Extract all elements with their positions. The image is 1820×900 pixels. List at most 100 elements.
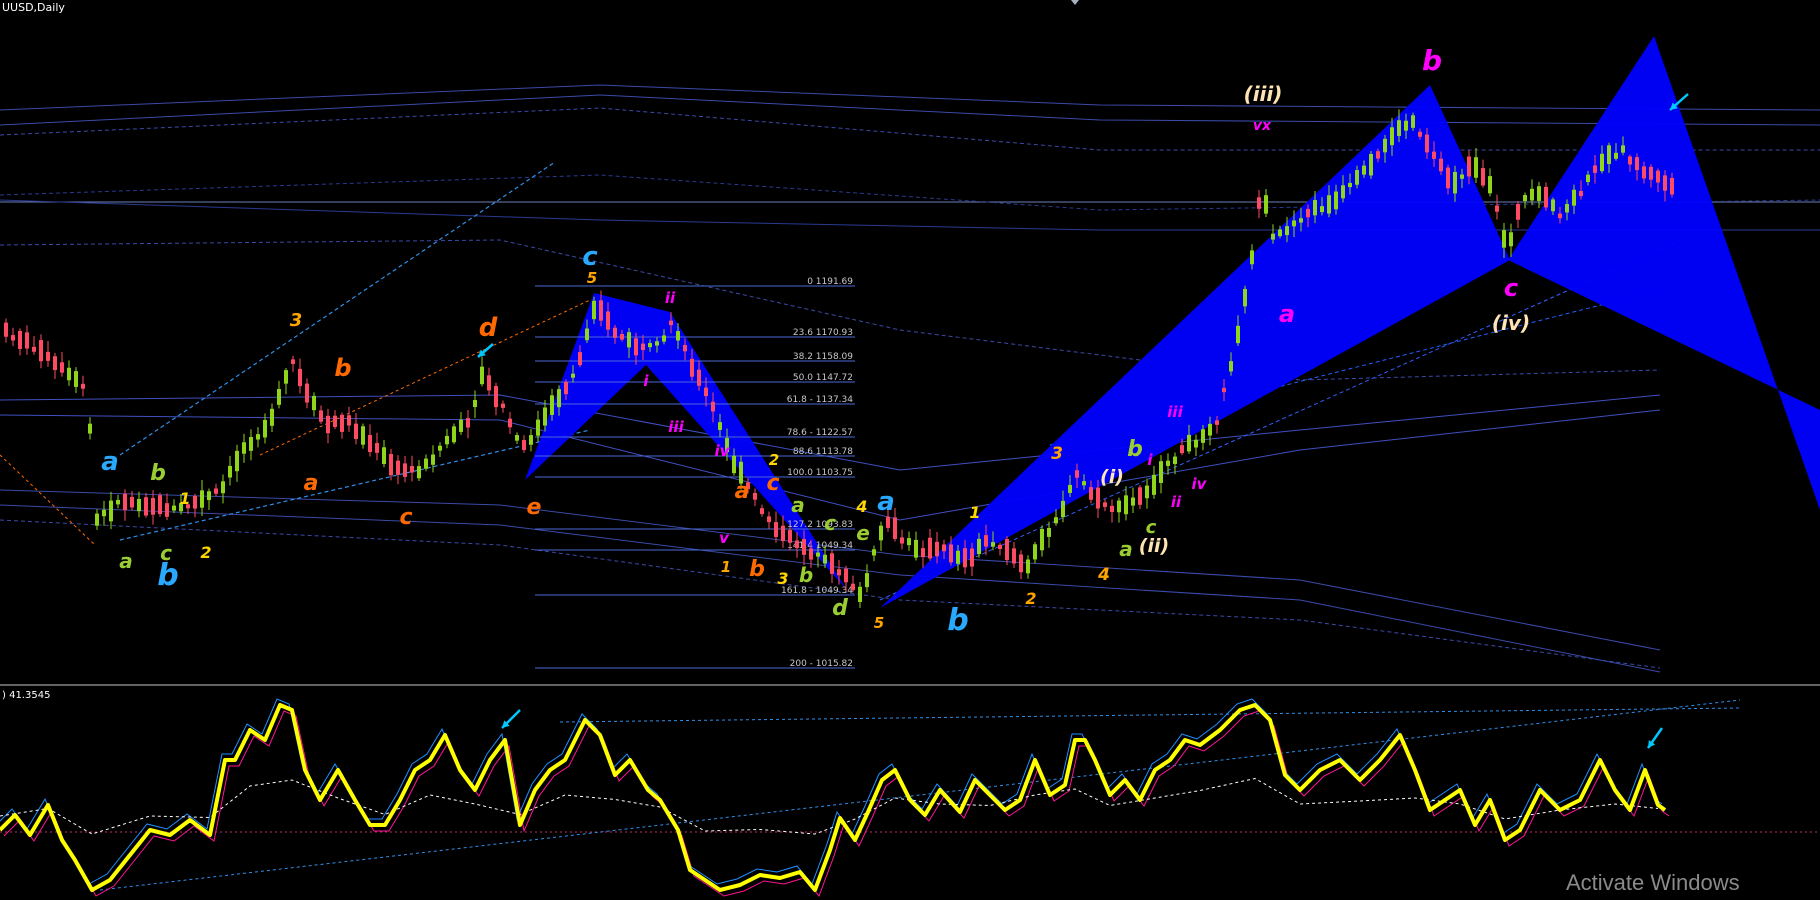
activate-windows-watermark: Activate Windows — [1566, 870, 1740, 895]
candle-body — [1425, 134, 1429, 153]
wave-label: 2 — [1025, 589, 1036, 608]
candle-body — [550, 395, 554, 415]
candle-body — [536, 419, 540, 436]
candle-body — [1362, 165, 1366, 175]
candle-body — [1418, 131, 1422, 137]
wave-label: 2 — [769, 451, 779, 469]
candle-body — [298, 368, 302, 387]
candle-body — [942, 544, 946, 552]
candle-body — [1005, 538, 1009, 561]
candle-body — [704, 387, 708, 397]
candle-body — [984, 535, 988, 547]
candle-body — [1040, 529, 1044, 551]
wave-label: d — [832, 596, 848, 621]
candle-body — [123, 493, 127, 511]
wave-label: e — [527, 495, 542, 520]
band-line — [0, 409, 1661, 521]
harmonic-pattern — [1508, 36, 1820, 510]
wave-label: 3 — [290, 310, 303, 331]
candle-body — [1061, 500, 1065, 518]
candle-body — [508, 418, 512, 428]
candle-body — [1579, 190, 1583, 197]
candle-body — [1278, 229, 1282, 237]
trend-line-orange — [0, 454, 96, 546]
candle-body — [74, 371, 78, 387]
wave-label: iv — [1192, 475, 1208, 493]
candle-body — [1516, 204, 1520, 220]
candle-body — [1096, 487, 1100, 509]
candle-body — [361, 426, 365, 445]
candle-body — [1530, 188, 1534, 201]
candle-body — [830, 553, 834, 574]
candle-body — [382, 447, 386, 465]
candle-body — [67, 367, 71, 381]
osc-trend-line-2 — [559, 707, 1741, 723]
candle-body — [25, 332, 29, 349]
candle-body — [473, 400, 477, 408]
wave-label: a — [101, 447, 119, 477]
candle-body — [529, 435, 533, 445]
wave-label: b — [150, 461, 166, 486]
candle-body — [928, 537, 932, 559]
candle-body — [732, 455, 736, 474]
candle-body — [46, 351, 50, 361]
candle-body — [543, 407, 547, 426]
candle-body — [438, 445, 442, 451]
wave-label: (iv) — [1492, 311, 1530, 335]
candle-body — [963, 548, 967, 568]
candle-body — [1481, 168, 1485, 186]
candle-body — [592, 300, 596, 320]
candle-body — [305, 383, 309, 403]
wave-label: c — [766, 471, 779, 496]
candle-body — [158, 495, 162, 515]
candle-body — [851, 583, 855, 591]
scroll-marker-icon[interactable] — [1071, 0, 1079, 5]
band-line — [0, 107, 1820, 151]
candle-body — [1404, 120, 1408, 131]
candle-body — [1649, 166, 1653, 180]
candle-body — [1586, 174, 1590, 183]
candle-body — [620, 333, 624, 340]
candle-body — [970, 548, 974, 567]
wave-label: 1 — [721, 558, 731, 576]
candle-body — [431, 454, 435, 465]
wave-label: b — [1422, 44, 1442, 77]
candle-body — [1250, 250, 1254, 265]
wave-label: a — [1279, 300, 1295, 328]
chart-window[interactable]: 0 1191.69 23.6 1170.93 38.2 1158.09 50.0 11… — [0, 0, 1820, 900]
candle-body — [4, 322, 8, 337]
candle-body — [648, 343, 652, 348]
candle-body — [1068, 484, 1072, 493]
wave-label: 3 — [1051, 444, 1063, 464]
candle-body — [487, 375, 491, 391]
candle-body — [165, 503, 169, 517]
fib-label: 61.8 - 1137.34 — [787, 395, 853, 405]
candle-body — [256, 434, 260, 440]
price-chart-canvas[interactable]: 0 1191.69 23.6 1170.93 38.2 1158.09 50.0 11… — [0, 0, 1820, 900]
candle-body — [1117, 500, 1121, 513]
candle-body — [1138, 487, 1142, 505]
candle-body — [480, 366, 484, 385]
candle-body — [956, 550, 960, 564]
candle-body — [424, 458, 428, 469]
candle-body — [1523, 195, 1527, 202]
candle-body — [1369, 153, 1373, 176]
candle-body — [109, 500, 113, 522]
candle-body — [690, 358, 694, 377]
candle-body — [1222, 387, 1226, 393]
trend-line-orange-2 — [259, 299, 591, 456]
candle-body — [1166, 460, 1170, 466]
candle-body — [949, 544, 953, 563]
candle-body — [837, 569, 841, 576]
candle-body — [221, 481, 225, 494]
candle-body — [1593, 165, 1597, 173]
candle-body — [1383, 138, 1387, 153]
candle-body — [340, 414, 344, 432]
candle-body — [907, 538, 911, 546]
candle-body — [1495, 205, 1499, 212]
band-line — [0, 84, 1820, 111]
candle-body — [151, 498, 155, 515]
candle-body — [1285, 226, 1289, 236]
candle-body — [389, 454, 393, 476]
wave-label: 4 — [1097, 565, 1110, 585]
